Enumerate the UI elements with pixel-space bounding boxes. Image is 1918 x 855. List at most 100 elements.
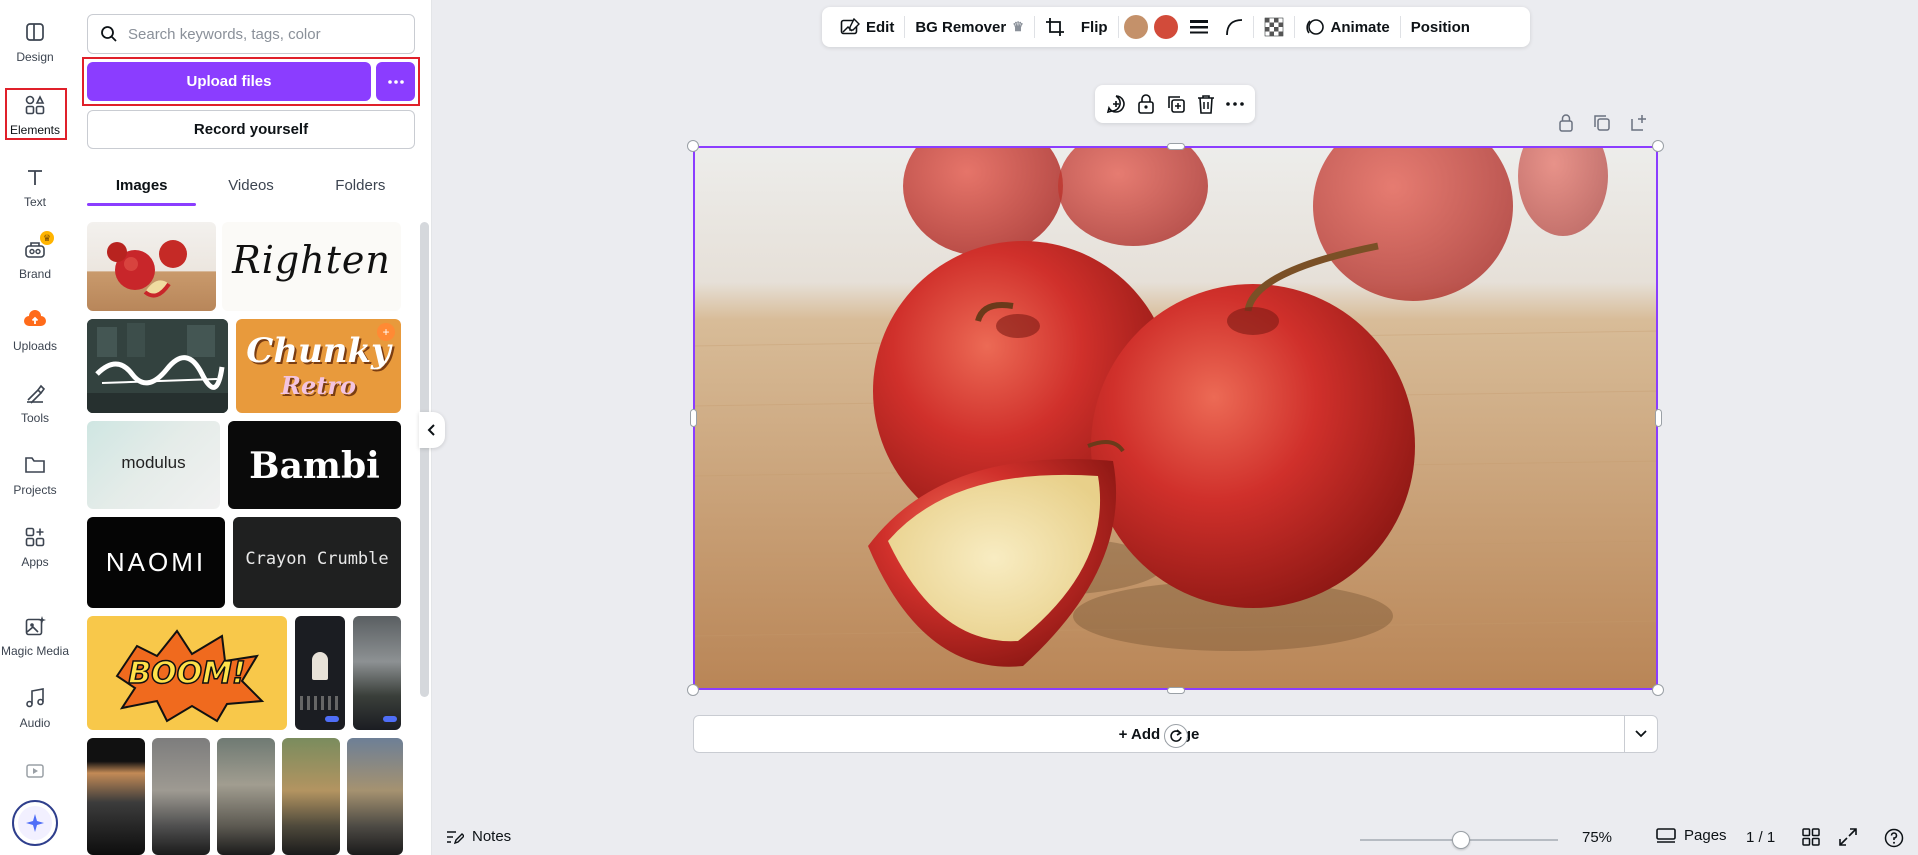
chunky-retro-font-thumb[interactable]: Chunky Retro + bbox=[236, 319, 401, 413]
naomi-font-thumb[interactable]: NAOMI bbox=[87, 517, 225, 608]
position-label: Position bbox=[1410, 18, 1470, 36]
tab-images[interactable]: Images bbox=[87, 170, 197, 206]
rail-label: Audio bbox=[19, 716, 51, 730]
phone-video-thumb-2[interactable] bbox=[353, 616, 401, 730]
righten-font-thumb[interactable]: Righten bbox=[222, 222, 401, 311]
rail-item-uploads[interactable]: Uploads bbox=[0, 301, 70, 361]
uploads-icon bbox=[23, 309, 47, 333]
border-style-button[interactable] bbox=[1181, 11, 1217, 43]
rail-item-video[interactable] bbox=[0, 752, 70, 782]
rail-item-audio[interactable]: Audio bbox=[0, 678, 70, 738]
resize-handle-top-left[interactable] bbox=[687, 140, 699, 152]
animate-button[interactable]: Animate bbox=[1297, 11, 1398, 43]
phone-video-thumb-1[interactable] bbox=[295, 616, 345, 730]
zoom-value[interactable]: 75% bbox=[1582, 829, 1612, 846]
rail-item-apps[interactable]: Apps bbox=[0, 517, 70, 577]
left-rail: Design Elements Text ♛ Brand Uploads Too… bbox=[0, 0, 70, 855]
tab-videos[interactable]: Videos bbox=[196, 170, 305, 206]
duplicate-icon[interactable] bbox=[1166, 94, 1186, 114]
video-thumb-row6-2[interactable] bbox=[152, 738, 210, 855]
grid-view-icon[interactable] bbox=[1802, 828, 1820, 846]
bambi-font-thumb[interactable]: Bambi bbox=[228, 421, 401, 509]
side-panel: Upload files Record yourself Images Vide… bbox=[70, 0, 432, 855]
fullscreen-icon[interactable] bbox=[1839, 828, 1857, 846]
position-button[interactable]: Position bbox=[1403, 11, 1478, 43]
boom-text: BOOM! bbox=[128, 655, 247, 692]
rail-item-text[interactable]: Text bbox=[0, 157, 70, 217]
tab-folders[interactable]: Folders bbox=[306, 170, 415, 206]
rail-item-magic-media[interactable]: Magic Media bbox=[0, 606, 70, 666]
more-options-icon[interactable] bbox=[1225, 102, 1244, 106]
design-canvas[interactable] bbox=[693, 146, 1658, 690]
design-icon bbox=[23, 20, 47, 44]
apples-image bbox=[107, 240, 187, 298]
resize-handle-bottom-right[interactable] bbox=[1652, 684, 1664, 696]
rotate-icon bbox=[1170, 729, 1182, 742]
trash-icon[interactable] bbox=[1197, 94, 1215, 114]
resize-handle-left[interactable] bbox=[690, 409, 697, 427]
rail-item-brand[interactable]: ♛ Brand bbox=[0, 229, 70, 289]
chunky-text: Chunky bbox=[246, 331, 391, 371]
edit-button[interactable]: Edit bbox=[832, 11, 902, 43]
search-icon bbox=[100, 25, 118, 43]
magic-assistant-button[interactable] bbox=[12, 800, 58, 846]
magic-media-icon bbox=[23, 614, 47, 638]
resize-handle-top[interactable] bbox=[1167, 143, 1185, 150]
graffiti-font-thumb[interactable] bbox=[87, 319, 228, 413]
video-thumb-row6-1[interactable] bbox=[87, 738, 145, 855]
border-style-icon bbox=[1189, 20, 1208, 34]
color-swatch-red[interactable] bbox=[1153, 15, 1178, 39]
resize-handle-top-right[interactable] bbox=[1652, 140, 1664, 152]
rail-item-tools[interactable]: Tools bbox=[0, 373, 70, 433]
lock-icon[interactable] bbox=[1137, 94, 1155, 114]
retro-text: Retro bbox=[281, 371, 356, 400]
image-toolbar: Edit BG Remover ♛ Flip Animate Position bbox=[822, 7, 1530, 47]
zoom-slider-knob[interactable] bbox=[1452, 831, 1470, 849]
element-context-toolbar bbox=[1095, 85, 1255, 123]
add-page-dropdown[interactable] bbox=[1624, 715, 1658, 753]
search-bar[interactable] bbox=[87, 14, 415, 54]
page-duplicate-icon[interactable] bbox=[1593, 114, 1611, 140]
panel-scrollbar[interactable] bbox=[420, 222, 429, 697]
bottom-bar: Notes 75% Pages 1 / 1 bbox=[432, 820, 1918, 855]
rail-item-design[interactable]: Design bbox=[0, 12, 70, 72]
edit-image-icon bbox=[840, 18, 860, 35]
modulus-font-thumb[interactable]: modulus bbox=[87, 421, 220, 509]
record-yourself-button[interactable]: Record yourself bbox=[87, 110, 415, 149]
video-thumb-row6-4[interactable] bbox=[282, 738, 340, 855]
apples-photo bbox=[693, 146, 1658, 690]
crop-button[interactable] bbox=[1037, 11, 1073, 43]
notes-button[interactable]: Notes bbox=[446, 828, 511, 845]
chevron-down-icon bbox=[1635, 730, 1647, 738]
page-add-icon[interactable] bbox=[1630, 114, 1648, 140]
bg-remover-button[interactable]: BG Remover ♛ bbox=[907, 11, 1032, 43]
notes-icon bbox=[447, 830, 464, 844]
pages-button[interactable]: Pages bbox=[1656, 827, 1727, 844]
flip-button[interactable]: Flip bbox=[1073, 11, 1116, 43]
transparency-button[interactable] bbox=[1256, 11, 1292, 43]
collapse-panel-button[interactable] bbox=[419, 412, 445, 448]
video-thumb-row6-3[interactable] bbox=[217, 738, 275, 855]
video-thumb-row6-5[interactable] bbox=[347, 738, 403, 855]
comment-add-icon[interactable] bbox=[1106, 94, 1126, 114]
modulus-text: modulus bbox=[121, 453, 186, 472]
apple-photo-thumb[interactable] bbox=[87, 222, 216, 311]
corner-rounding-button[interactable] bbox=[1217, 11, 1251, 43]
resize-handle-right[interactable] bbox=[1655, 409, 1662, 427]
boom-thumb[interactable]: BOOM! bbox=[87, 616, 287, 730]
page-lock-icon[interactable] bbox=[1558, 114, 1574, 140]
crayon-text: Crayon Crumble bbox=[245, 549, 389, 569]
help-icon[interactable] bbox=[1884, 828, 1904, 848]
rail-item-projects[interactable]: Projects bbox=[0, 445, 70, 505]
resize-handle-bottom-left[interactable] bbox=[687, 684, 699, 696]
crop-icon bbox=[1045, 18, 1064, 36]
rail-label: Apps bbox=[21, 555, 49, 569]
rotate-handle[interactable] bbox=[1164, 724, 1188, 748]
search-input[interactable] bbox=[128, 25, 408, 43]
crayon-crumble-font-thumb[interactable]: Crayon Crumble bbox=[233, 517, 401, 608]
add-page-button[interactable]: + Add page bbox=[693, 715, 1625, 753]
color-swatch-tan[interactable] bbox=[1123, 15, 1148, 39]
resize-handle-bottom[interactable] bbox=[1167, 687, 1185, 694]
elements-highlight-box bbox=[5, 88, 67, 140]
righten-text: Righten bbox=[232, 238, 391, 282]
